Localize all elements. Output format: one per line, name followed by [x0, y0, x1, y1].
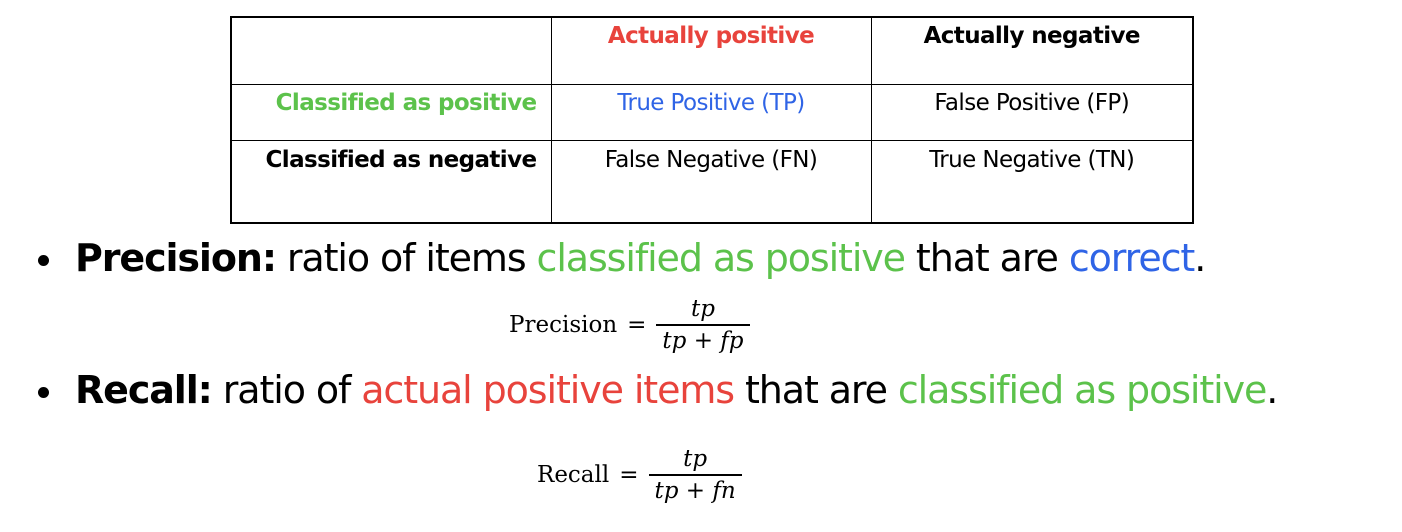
precision-fraction: tp tp + fp: [656, 294, 750, 356]
precision-formula-lhs: Precision: [509, 311, 618, 338]
recall-definition: Recall: ratio of actual positive items t…: [75, 368, 1278, 412]
cell-false-negative: False Negative (FN): [550, 140, 872, 224]
bullet-dot-icon: [38, 387, 49, 398]
precision-formula-equals: =: [627, 311, 647, 338]
precision-numerator: tp: [690, 296, 715, 322]
row-header-classified-positive-label: Classified as positive: [275, 90, 537, 116]
recall-formula: Recall = tp tp + fn: [537, 444, 742, 506]
col-header-actually-negative-label: Actually negative: [923, 23, 1141, 49]
recall-text-1: ratio of: [211, 368, 362, 412]
cell-true-negative: True Negative (TN): [870, 140, 1194, 224]
col-header-actually-positive-label: Actually positive: [607, 23, 815, 49]
recall-formula-equals: =: [619, 461, 639, 488]
table-row-classified-positive: Classified as positive True Positive (TP…: [230, 84, 1194, 141]
recall-denominator: tp + fn: [654, 477, 736, 504]
col-header-actually-negative: Actually negative: [870, 16, 1194, 85]
cell-true-negative-label: True Negative (TN): [929, 147, 1135, 173]
recall-highlight-actual-positive: actual positive items: [361, 368, 735, 412]
recall-fraction: tp tp + fn: [648, 444, 742, 506]
precision-text-1: ratio of items: [275, 236, 537, 280]
cell-true-positive-label: True Positive (TP): [617, 90, 805, 116]
table-corner-cell: [230, 16, 552, 85]
precision-text-3: .: [1194, 236, 1206, 280]
bullet-dot-icon: [38, 255, 49, 266]
col-header-actually-positive: Actually positive: [550, 16, 872, 85]
cell-false-positive-label: False Positive (FP): [934, 90, 1130, 116]
row-header-classified-negative: Classified as negative: [230, 140, 552, 224]
table-header-row: Actually positive Actually negative: [230, 16, 1194, 85]
precision-formula: Precision = tp tp + fp: [509, 294, 750, 356]
table-row-classified-negative: Classified as negative False Negative (F…: [230, 140, 1194, 224]
cell-true-positive: True Positive (TP): [550, 84, 872, 141]
recall-text-2: that are: [734, 368, 898, 412]
row-header-classified-negative-label: Classified as negative: [265, 147, 538, 173]
table-corner-label: [232, 18, 551, 23]
precision-denominator: tp + fp: [662, 327, 744, 354]
precision-highlight-classified-positive: classified as positive: [536, 236, 907, 280]
recall-formula-lhs: Recall: [537, 461, 610, 488]
recall-highlight-classified-positive: classified as positive: [897, 368, 1268, 412]
row-header-classified-positive: Classified as positive: [230, 84, 552, 141]
precision-term: Precision:: [75, 236, 277, 280]
precision-definition: Precision: ratio of items classified as …: [75, 236, 1206, 280]
cell-false-positive: False Positive (FP): [870, 84, 1194, 141]
recall-text-3: .: [1266, 368, 1278, 412]
confusion-matrix-table: Actually positive Actually negative Clas…: [230, 16, 1194, 224]
precision-highlight-correct: correct: [1068, 236, 1195, 280]
recall-term: Recall:: [75, 368, 213, 412]
recall-numerator: tp: [683, 446, 708, 472]
cell-false-negative-label: False Negative (FN): [604, 147, 818, 173]
precision-text-2: that are: [904, 236, 1069, 280]
